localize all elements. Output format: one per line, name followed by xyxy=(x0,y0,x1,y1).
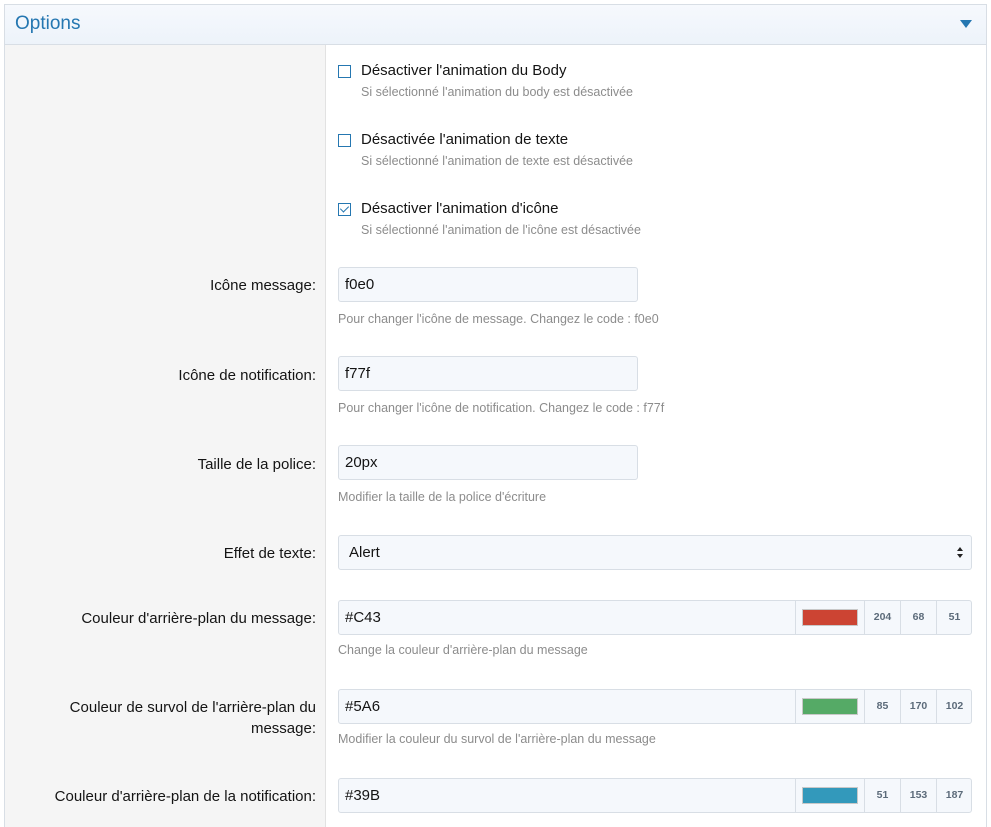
message-hover-bg-hint: Modifier la couleur du survol de l'arriè… xyxy=(338,732,656,746)
message-bg-swatch-button[interactable] xyxy=(795,601,863,634)
checkbox-body-animation[interactable] xyxy=(338,65,351,78)
red-value: 51 xyxy=(864,779,900,812)
text-effect-label: Effet de texte: xyxy=(223,545,316,562)
message-hover-bg-input[interactable]: #5A6 xyxy=(345,690,380,723)
notification-bg-label: Couleur d'arrière-plan de la notificatio… xyxy=(54,788,316,805)
select-arrows-icon xyxy=(957,547,965,559)
color-swatch xyxy=(802,787,858,804)
checkbox-label[interactable]: Désactivée l'animation de texte xyxy=(361,131,568,148)
label-line: Couleur de survol de l'arrière-plan du xyxy=(69,699,316,716)
checkbox-label[interactable]: Désactiver l'animation du Body xyxy=(361,62,566,79)
text-effect-selected: Alert xyxy=(349,544,380,561)
message-hover-bg-label: Couleur de survol de l'arrière-plan du m… xyxy=(16,697,316,739)
green-value: 170 xyxy=(900,690,936,723)
label-line: message: xyxy=(250,720,316,737)
options-panel: Options Désactiver l'animation du Body S… xyxy=(4,4,987,827)
message-hover-bg-color-picker[interactable]: #5A6 85 170 102 xyxy=(338,689,972,724)
red-value: 204 xyxy=(864,601,900,634)
checkbox-label[interactable]: Désactiver l'animation d'icône xyxy=(361,200,559,217)
notification-icon-hint: Pour changer l'icône de notification. Ch… xyxy=(338,401,665,415)
collapse-caret-icon[interactable] xyxy=(960,20,972,28)
checkbox-hint: Si sélectionné l'animation de texte est … xyxy=(361,154,633,168)
message-icon-hint: Pour changer l'icône de message. Changez… xyxy=(338,312,659,326)
notification-icon-input[interactable]: f77f xyxy=(338,356,638,391)
font-size-input[interactable]: 20px xyxy=(338,445,638,480)
color-swatch xyxy=(802,698,858,715)
checkbox-hint: Si sélectionné l'animation du body est d… xyxy=(361,85,633,99)
blue-value: 102 xyxy=(936,690,972,723)
message-bg-color-picker[interactable]: #C43 204 68 51 xyxy=(338,600,972,635)
blue-value: 51 xyxy=(936,601,972,634)
text-effect-select[interactable]: Alert xyxy=(338,535,972,570)
message-hover-bg-swatch-button[interactable] xyxy=(795,690,863,723)
message-icon-input[interactable]: f0e0 xyxy=(338,267,638,302)
message-icon-label: Icône message: xyxy=(210,277,316,294)
panel-title: Options xyxy=(15,13,81,34)
checkbox-text-animation[interactable] xyxy=(338,134,351,147)
red-value: 85 xyxy=(864,690,900,723)
message-bg-input[interactable]: #C43 xyxy=(345,601,381,634)
notification-icon-label: Icône de notification: xyxy=(178,367,316,384)
panel-header[interactable]: Options xyxy=(5,5,986,45)
notification-bg-input[interactable]: #39B xyxy=(345,779,380,812)
green-value: 68 xyxy=(900,601,936,634)
color-swatch xyxy=(802,609,858,626)
checkbox-hint: Si sélectionné l'animation de l'icône es… xyxy=(361,223,641,237)
notification-bg-color-picker[interactable]: #39B 51 153 187 xyxy=(338,778,972,813)
font-size-label: Taille de la police: xyxy=(197,456,316,473)
blue-value: 187 xyxy=(936,779,972,812)
notification-bg-swatch-button[interactable] xyxy=(795,779,863,812)
checkbox-icon-animation[interactable] xyxy=(338,203,351,216)
font-size-hint: Modifier la taille de la police d'écritu… xyxy=(338,490,547,504)
green-value: 153 xyxy=(900,779,936,812)
message-bg-label: Couleur d'arrière-plan du message: xyxy=(81,610,316,627)
message-bg-hint: Change la couleur d'arrière-plan du mess… xyxy=(338,643,588,657)
